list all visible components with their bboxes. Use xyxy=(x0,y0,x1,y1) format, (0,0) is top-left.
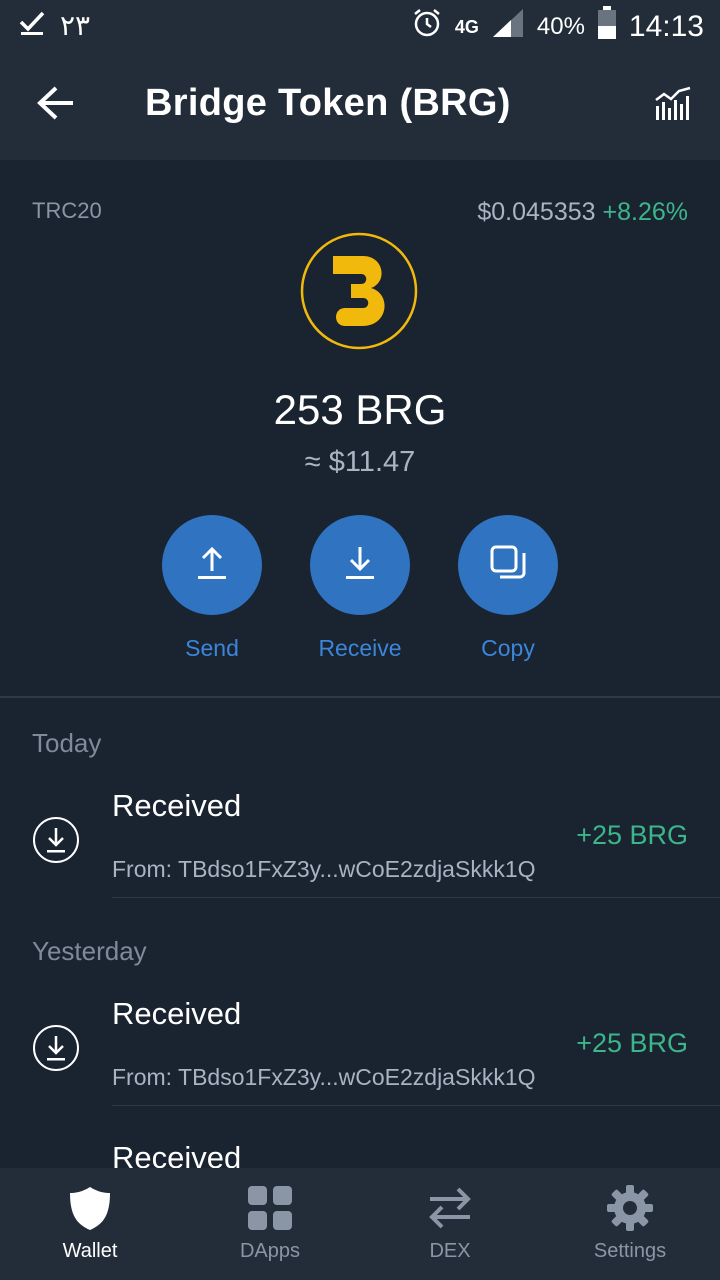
receive-button[interactable]: Receive xyxy=(285,515,435,662)
copy-button[interactable]: Copy xyxy=(433,515,583,662)
nav-dapps[interactable]: DApps xyxy=(180,1168,360,1280)
check-icon xyxy=(18,8,46,43)
section-today: Today xyxy=(32,728,102,758)
page-title: Bridge Token (BRG) xyxy=(145,82,511,124)
token-price: $0.045353 +8.26% xyxy=(477,198,688,227)
status-bar: ۲۳ 4G 40% 14:13 xyxy=(0,0,720,50)
send-circle[interactable] xyxy=(162,515,262,615)
transaction-from: From: TBdso1FxZ3y...wCoE2zdjaSkkk1Q xyxy=(112,856,536,882)
token-balance: 253 BRG xyxy=(273,386,447,433)
send-button[interactable]: Send xyxy=(137,515,287,662)
gear-icon xyxy=(606,1184,654,1232)
row-divider xyxy=(112,897,720,898)
nav-wallet[interactable]: Wallet xyxy=(0,1168,180,1280)
nav-settings[interactable]: Settings xyxy=(540,1168,720,1280)
alarm-icon xyxy=(411,7,443,47)
section-yesterday: Yesterday xyxy=(32,936,147,966)
transaction-item[interactable]: Received From: TBdso1FxZ3y...wCoE2zdjaSk… xyxy=(0,984,720,1106)
clock-time: 14:13 xyxy=(628,10,704,43)
fiat-value: ≈ $11.47 xyxy=(304,446,416,478)
status-left-text: ۲۳ xyxy=(60,10,91,41)
send-icon xyxy=(192,543,232,588)
received-icon xyxy=(32,1024,80,1072)
app-bar: Bridge Token (BRG) xyxy=(0,50,720,160)
token-logo xyxy=(300,232,418,350)
send-label[interactable]: Send xyxy=(137,635,287,662)
chart-icon xyxy=(654,86,694,127)
transaction-type: Received xyxy=(112,788,242,823)
nav-settings-label: Settings xyxy=(593,1240,667,1262)
price-change: +8.26% xyxy=(602,198,689,226)
copy-icon xyxy=(486,541,530,590)
row-divider xyxy=(112,1105,720,1106)
swap-icon xyxy=(426,1184,474,1232)
nav-wallet-label: Wallet xyxy=(62,1240,118,1262)
battery-level: 40% xyxy=(536,13,585,40)
transaction-amount: +25 BRG xyxy=(576,1028,688,1058)
received-icon xyxy=(32,816,80,864)
shield-icon xyxy=(66,1184,114,1232)
grid-icon xyxy=(246,1184,294,1232)
transaction-type: Received xyxy=(112,996,242,1031)
signal-icon xyxy=(491,7,525,47)
battery-icon xyxy=(597,6,617,48)
price-value: $0.045353 xyxy=(477,198,596,226)
nav-dapps-label: DApps xyxy=(239,1240,301,1262)
token-summary: TRC20 $0.045353 +8.26% 253 BRG ≈ $11.47 … xyxy=(0,160,720,696)
back-arrow-icon xyxy=(36,85,76,126)
transaction-amount: +25 BRG xyxy=(576,820,688,850)
transaction-item[interactable]: Received From: TBdso1FxZ3y...wCoE2zdjaSk… xyxy=(0,776,720,898)
bottom-navigation: Wallet DApps DEX Settings xyxy=(0,1168,720,1280)
back-button[interactable] xyxy=(28,80,84,130)
chart-button[interactable] xyxy=(650,82,698,130)
transaction-from: From: TBdso1FxZ3y...wCoE2zdjaSkkk1Q xyxy=(112,1064,536,1090)
copy-circle[interactable] xyxy=(458,515,558,615)
nav-dex[interactable]: DEX xyxy=(360,1168,540,1280)
network-indicator: 4G xyxy=(454,17,479,37)
receive-icon xyxy=(340,543,380,588)
nav-dex-label: DEX xyxy=(429,1240,471,1262)
section-divider xyxy=(0,696,720,698)
copy-label[interactable]: Copy xyxy=(433,635,583,662)
receive-circle[interactable] xyxy=(310,515,410,615)
token-network: TRC20 xyxy=(32,198,102,223)
receive-label[interactable]: Receive xyxy=(285,635,435,662)
